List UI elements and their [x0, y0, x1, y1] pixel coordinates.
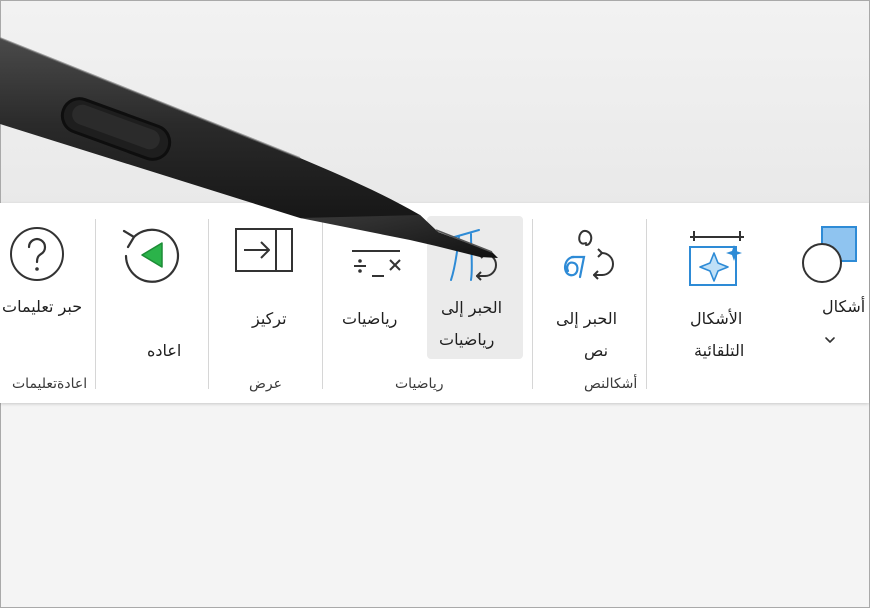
ink-to-math-label-line1: الحبر إلى	[441, 298, 503, 317]
shapes-label: أشكال	[822, 297, 866, 316]
group-label-math: رياضيات	[395, 376, 444, 392]
group-label-view: عرض	[249, 376, 283, 392]
auto-shapes-label-line1: الأشكال	[690, 309, 743, 328]
auto-shapes-button[interactable]: الأشكال التلقائية	[656, 215, 776, 365]
ink-to-text-button[interactable]: الحبر إلى نص	[544, 215, 636, 365]
ink-to-math-label-line2: رياضيات	[439, 330, 495, 349]
replay-label: اعاده	[147, 341, 182, 360]
ink-to-math-button[interactable]: الحبر إلى رياضيات	[427, 216, 523, 359]
math-button[interactable]: رياضيات	[332, 215, 420, 365]
separator	[532, 219, 533, 389]
group-label-shapes-text: أشكالنص	[584, 376, 638, 392]
separator	[322, 219, 323, 389]
question-circle-icon	[10, 227, 64, 281]
replay-icon	[122, 228, 180, 283]
ink-to-text-label-line1: الحبر إلى	[556, 309, 618, 328]
draw-ribbon: حبر تعليمات اعاده تركيز رياضيات الحبر إل…	[0, 203, 869, 403]
focus-icon	[235, 228, 293, 272]
help-ink-label: حبر تعليمات	[2, 297, 83, 316]
math-icon	[352, 250, 401, 277]
ink-to-text-icon	[564, 229, 614, 280]
separator	[208, 219, 209, 389]
auto-shapes-icon	[689, 231, 744, 286]
focus-label: تركيز	[252, 309, 287, 328]
auto-shapes-label-line2: التلقائية	[694, 341, 745, 360]
math-label: رياضيات	[342, 309, 398, 328]
replay-button[interactable]: اعاده	[106, 215, 198, 365]
group-label-replay-help: اعادةتعليمات	[12, 376, 88, 392]
shapes-icon	[802, 226, 857, 283]
help-ink-button[interactable]: حبر تعليمات	[0, 215, 92, 365]
separator	[646, 219, 647, 389]
ink-to-text-label-line2: نص	[584, 341, 609, 360]
separator	[95, 219, 96, 389]
focus-button[interactable]: تركيز	[220, 215, 312, 365]
chevron-down-icon[interactable]	[824, 335, 836, 345]
shapes-button[interactable]: أشكال	[790, 215, 869, 365]
top-background	[1, 1, 869, 203]
ink-to-math-icon	[450, 229, 497, 281]
canvas-area	[1, 403, 869, 607]
